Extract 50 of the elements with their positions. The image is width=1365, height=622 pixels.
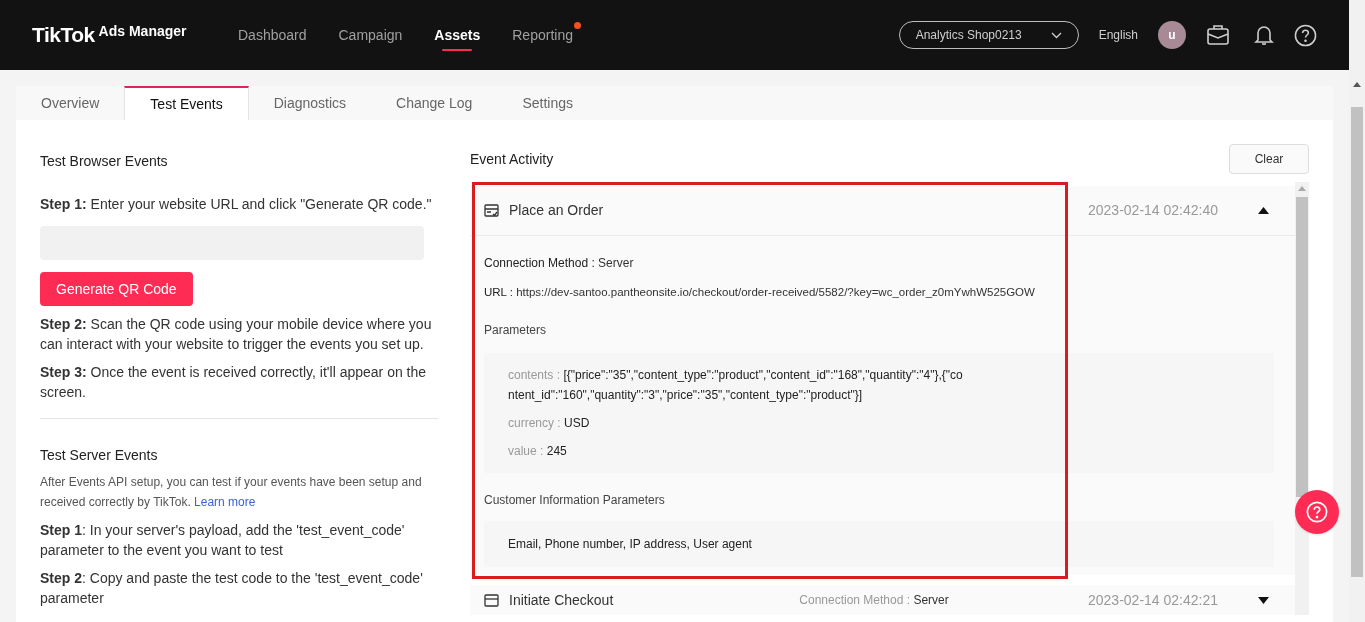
logo-brand: TikTok (32, 22, 95, 49)
help-icon[interactable] (1294, 23, 1317, 47)
step-text: Step 1: Enter your website URL and click "Generate QR code." (40, 195, 433, 214)
step-text: Step 1: In your server's payload, add the 'test_event_code' parameter to the event you want to test (40, 521, 406, 560)
page-scrollbar[interactable] (1349, 0, 1365, 622)
tab[interactable]: Overview (16, 86, 125, 120)
event-timestamp: 2023-02-14 02:42:40 (1088, 201, 1218, 220)
clear-button[interactable]: Clear (1229, 144, 1309, 174)
customer-info-panel: Email, Phone number, IP address, User agent (484, 521, 1274, 568)
language-selector[interactable]: English (1098, 26, 1138, 44)
caret-up-icon[interactable] (1258, 207, 1269, 214)
step-text: Step 2: Copy and paste the test code to the 'test_event_code' parameter (40, 569, 424, 608)
receipt-icon (484, 593, 499, 607)
parameter-row-text: value : 245 (508, 443, 568, 461)
tab[interactable]: Test Events (124, 86, 249, 120)
parameters-title: Parameters (484, 322, 548, 340)
nav-link[interactable]: Dashboard (238, 0, 307, 70)
nav-link[interactable]: Assets (434, 0, 481, 70)
receipt-icon (484, 204, 499, 217)
connection-method: Connection Method : Server (799, 592, 949, 610)
tab[interactable]: Diagnostics (248, 86, 372, 120)
event-name: Place an Order (509, 201, 604, 220)
scroll-up-icon[interactable] (1353, 82, 1361, 87)
chevron-down-icon (1050, 31, 1062, 39)
tab[interactable]: Change Log (371, 86, 498, 120)
connection-method: Connection Method : Server (484, 255, 635, 272)
event-url: URL : https://dev-santoo.pantheonsite.io/checkout/order-received/5582/?key=wc_order_z0mYwhW525GOW (484, 285, 1036, 300)
nav-link[interactable]: Campaign (338, 0, 403, 70)
step-text: Step 2: Scan the QR code using your mobile device where you can interact with your website to trigger the events you set up. (40, 315, 433, 354)
list-scrollbar[interactable] (1295, 182, 1309, 616)
customer-info-title: Customer Information Parameters (484, 492, 666, 510)
event-card[interactable]: Initiate Checkout Connection Method : Server 2023-02-14 02:42:21 (470, 585, 1295, 616)
generate-qr-button[interactable]: Generate QR Code (40, 272, 193, 306)
nav-link[interactable]: Reporting (512, 0, 573, 70)
section-description: After Events API setup, you can test if your events have been setup and received correctly by TikTok. Learn more (40, 474, 423, 511)
learn-more-link[interactable]: Learn more (194, 495, 256, 509)
parameter-row-text: currency : USD (508, 415, 591, 433)
caret-down-icon[interactable] (1258, 596, 1269, 604)
parameter-row-text: contents : [{"price":"35","content_type":"product","content_id":"168","quantity":"4"},{"content_id":"160","quantity":"3","price":"35","content_type":"product"}] (508, 367, 964, 405)
logo-product: Ads Manager (98, 21, 187, 41)
help-icon (1306, 501, 1328, 523)
section-title: Event Activity (470, 149, 554, 169)
bell-icon[interactable] (1254, 24, 1274, 46)
briefcase-icon[interactable] (1206, 24, 1230, 46)
section-title: Test Browser Events (40, 152, 169, 171)
event-name: Initiate Checkout (509, 590, 614, 610)
section-title: Test Server Events (40, 446, 159, 465)
event-timestamp: 2023-02-14 02:42:21 (1088, 590, 1218, 610)
tab[interactable]: Settings (497, 86, 598, 120)
step-text: Step 3: Once the event is received correctly, it'll appear on the screen. (40, 363, 428, 402)
